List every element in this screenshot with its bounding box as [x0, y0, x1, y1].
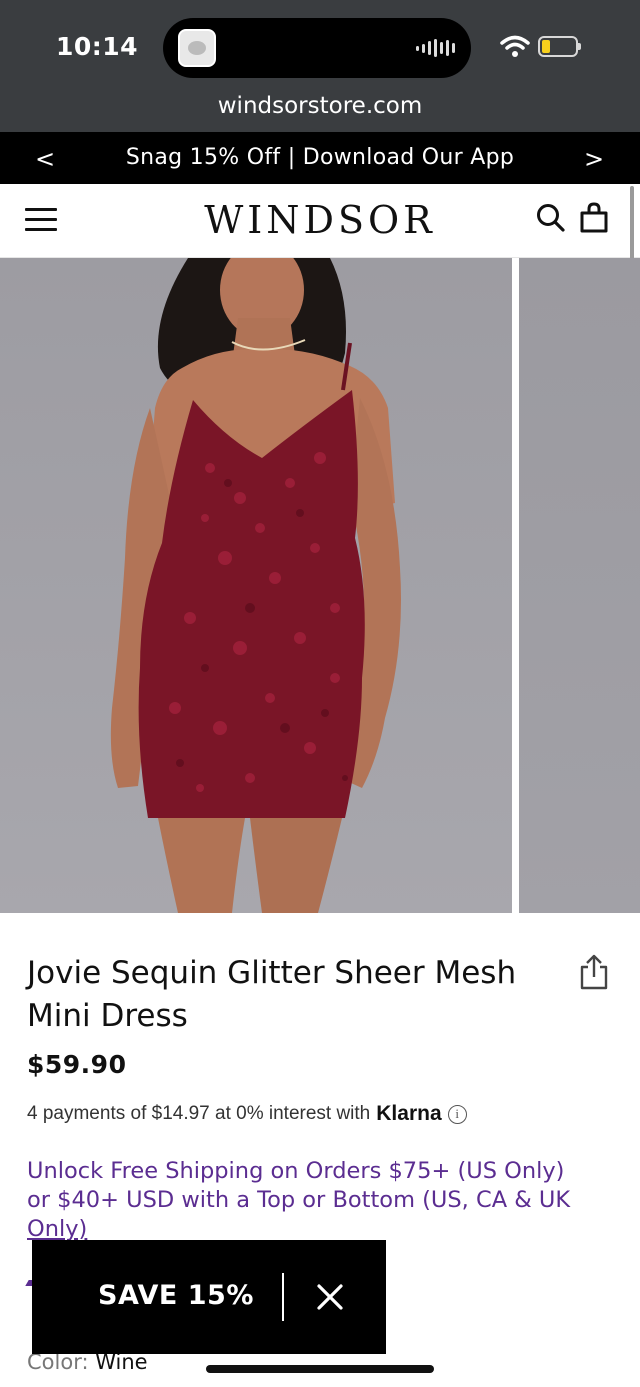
klarna-text: 4 payments of $14.97 at 0% interest with — [27, 1103, 371, 1124]
search-icon[interactable] — [536, 202, 566, 234]
shipping-line-2: or $40+ USD with a Top or Bottom (US, CA… — [27, 1187, 571, 1213]
scroll-indicator — [630, 186, 634, 266]
home-indicator[interactable] — [206, 1365, 434, 1373]
klarna-installments: 4 payments of $14.97 at 0% interest with… — [27, 1102, 467, 1126]
battery-icon — [538, 36, 581, 57]
address-bar-url[interactable]: windsorstore.com — [0, 93, 640, 119]
promo-next-button[interactable]: > — [579, 145, 609, 173]
save-15-button[interactable]: SAVE 15% — [98, 1280, 254, 1311]
wifi-icon — [500, 35, 530, 57]
save-15-popup[interactable]: SAVE 15% — [32, 1240, 386, 1354]
shipping-line-1: Unlock Free Shipping on Orders $75+ (US … — [27, 1158, 565, 1184]
app-thumbnail-icon — [178, 29, 216, 67]
dynamic-island[interactable] — [163, 18, 471, 78]
popup-divider — [282, 1273, 284, 1321]
model-illustration — [110, 258, 401, 913]
clock: 10:14 — [56, 32, 139, 61]
promo-banner[interactable]: < Snag 15% Off | Download Our App > — [0, 132, 640, 184]
info-icon[interactable]: i — [447, 1104, 467, 1124]
status-bar: 10:14 windsorstore.com — [0, 0, 640, 132]
shopping-bag-icon[interactable] — [579, 202, 609, 234]
close-icon[interactable] — [316, 1283, 344, 1311]
share-icon[interactable] — [578, 954, 610, 990]
product-image-gallery[interactable] — [0, 258, 640, 913]
product-photo-next[interactable] — [519, 258, 640, 913]
product-title: Jovie Sequin Glitter Sheer Mesh Mini Dre… — [27, 955, 517, 1034]
klarna-logo[interactable]: Klarna — [376, 1102, 441, 1126]
product-photo-main[interactable] — [0, 258, 512, 913]
site-header: WINDSOR — [0, 184, 640, 258]
promo-text[interactable]: Snag 15% Off | Download Our App — [0, 145, 640, 170]
free-shipping-promo[interactable]: Unlock Free Shipping on Orders $75+ (US … — [27, 1157, 617, 1244]
audio-wave-icon — [416, 39, 455, 57]
product-price: $59.90 — [27, 1050, 127, 1079]
